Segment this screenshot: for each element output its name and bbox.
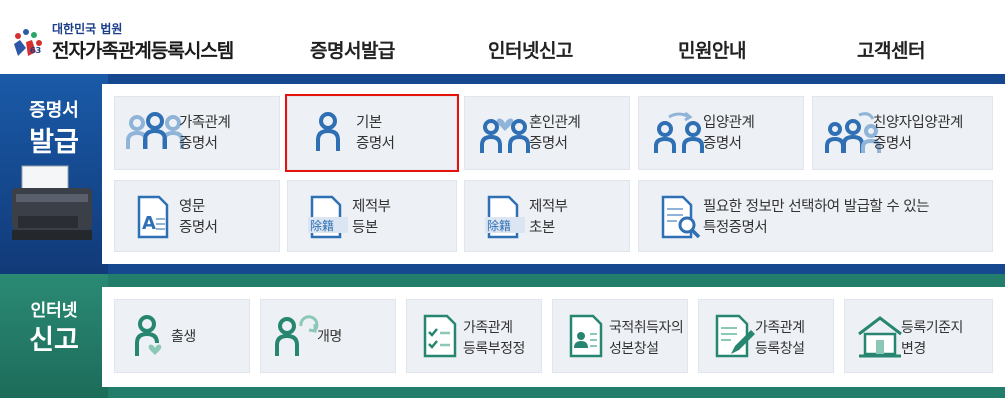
house-icon — [858, 316, 902, 358]
couple-heart-icon — [480, 118, 530, 153]
printer-icon — [12, 165, 92, 240]
document-hanja-icon: 除籍 — [485, 195, 525, 239]
card-label: 필요한 정보만 선택하여 발급할 수 있는 특정증명서 — [703, 199, 929, 236]
card-label: 친양자입양관계 증명서 — [873, 115, 963, 152]
adoption-icon — [654, 111, 704, 153]
card-label: 가족관계 등록창설 — [755, 320, 805, 357]
nav-civil-guide[interactable]: 민원안내 — [678, 36, 746, 63]
card-label: 출생 — [171, 329, 196, 345]
nav-customer-center[interactable]: 고객센터 — [857, 36, 925, 63]
rename-icon — [275, 315, 319, 356]
logo-subtitle[interactable]: 대한민국 법원 — [52, 20, 122, 37]
certificate-card-panel: 가족관계 증명서 기본 증명서 혼인관계 증명서 입양관계 증명서 친양자입양관… — [102, 84, 1005, 264]
svg-text:A: A — [142, 213, 156, 234]
family-people-icon — [126, 112, 184, 149]
logo-title[interactable]: 전자가족관계등록시스템 — [52, 36, 234, 63]
card-removed-register-extract[interactable]: 除籍 제적부 초본 — [464, 180, 630, 252]
card-label: 개명 — [317, 329, 342, 345]
section-title-bottom: 신고 — [29, 325, 79, 356]
card-full-adoption-certificate[interactable]: 친양자입양관계 증명서 — [812, 96, 993, 170]
card-register-correction[interactable]: 가족관계 등록부정정 — [406, 299, 542, 373]
card-label: 등록기준지 변경 — [901, 320, 963, 357]
card-basic-certificate[interactable]: 기본 증명서 — [285, 94, 459, 172]
checklist-icon — [423, 314, 457, 358]
document-a-icon: A — [137, 195, 169, 239]
card-removed-register-copy[interactable]: 除籍 제적부 등본 — [287, 180, 457, 252]
card-label: 영문 증명서 — [179, 199, 218, 236]
card-label: 제적부 초본 — [529, 199, 568, 236]
card-register-creation[interactable]: 가족관계 등록창설 — [698, 299, 834, 373]
card-english-certificate[interactable]: A 영문 증명서 — [114, 180, 280, 252]
site-header: 63 대한민국 법원 전자가족관계등록시스템 증명서발급 인터넷신고 민원안내 … — [0, 0, 1005, 74]
card-label: 혼인관계 증명서 — [529, 115, 581, 152]
report-card-panel: 출생 개명 가족관계 등록부정정 국적취득자의 성본창설 가족관계 등록창설 등… — [102, 287, 1005, 387]
svg-text:除籍: 除籍 — [310, 218, 334, 233]
card-registration-base-change[interactable]: 등록기준지 변경 — [844, 299, 993, 373]
court-logo-icon[interactable]: 63 — [6, 22, 48, 62]
card-family-relation-certificate[interactable]: 가족관계 증명서 — [114, 96, 280, 170]
document-search-icon — [661, 195, 701, 239]
section-title-bottom: 발급 — [29, 127, 79, 158]
birth-icon — [135, 315, 162, 356]
nav-internet-report[interactable]: 인터넷신고 — [488, 36, 573, 63]
card-label: 가족관계 등록부정정 — [463, 320, 525, 357]
svg-text:63: 63 — [30, 46, 41, 55]
card-name-change-report[interactable]: 개명 — [260, 299, 396, 373]
id-card-icon — [569, 314, 603, 358]
card-birth-report[interactable]: 출생 — [114, 299, 250, 373]
card-label: 국적취득자의 성본창설 — [609, 320, 684, 357]
card-label: 가족관계 증명서 — [179, 115, 231, 152]
card-label: 제적부 등본 — [352, 199, 391, 236]
document-hanja-icon: 除籍 — [308, 195, 348, 239]
card-label: 기본 증명서 — [356, 115, 395, 152]
card-adoption-certificate[interactable]: 입양관계 증명서 — [638, 96, 804, 170]
document-pen-icon — [715, 314, 755, 358]
card-label: 입양관계 증명서 — [703, 115, 755, 152]
card-naturalized-surname-creation[interactable]: 국적취득자의 성본창설 — [552, 299, 688, 373]
nav-certificate-issue[interactable]: 증명서발급 — [310, 36, 395, 63]
card-specific-certificate[interactable]: 필요한 정보만 선택하여 발급할 수 있는 특정증명서 — [638, 180, 993, 252]
svg-text:除籍: 除籍 — [487, 218, 511, 233]
person-icon — [316, 112, 340, 151]
section-title-top: 증명서 — [29, 100, 79, 121]
card-marriage-certificate[interactable]: 혼인관계 증명서 — [464, 96, 630, 170]
